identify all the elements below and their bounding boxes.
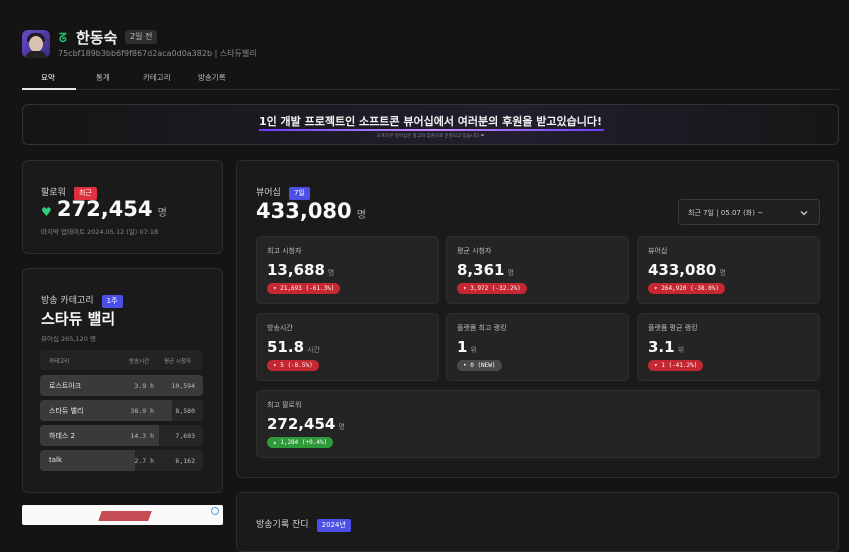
row-category: 하데스 2 — [49, 432, 75, 440]
stat-value: 13,688 — [267, 261, 325, 279]
stat-unit: 시간 — [307, 346, 320, 354]
stat-unit: 명 — [338, 423, 345, 431]
stat-delta: • 0 (NEW) — [457, 360, 502, 371]
ad-info-icon[interactable] — [211, 507, 219, 515]
stat-unit: 명 — [719, 269, 726, 277]
streamer-avatar[interactable] — [22, 30, 50, 58]
stat-delta: ▾ 1 (-41.2%) — [648, 360, 704, 371]
followers-count: 272,454 — [56, 197, 153, 221]
tab-stats[interactable]: 통계 — [96, 72, 110, 83]
row-viewers: 6,162 — [175, 457, 195, 465]
chevron-down-icon — [800, 211, 808, 216]
stat-peak-viewers: 최고 시청자 13,688 명 ▾ 21,693 (-61.3%) — [256, 236, 439, 304]
category-label: 방송 카테고리 — [41, 296, 94, 306]
stat-peak-followers: 최고 팔로워 272,454 명 ▴ 1,284 (+0.4%) — [256, 390, 820, 458]
year-badge: 2024년 — [316, 519, 351, 532]
column-hours: 방송시간 — [129, 359, 150, 365]
stat-label: 방송시간 — [267, 324, 293, 332]
row-category: 로스트아크 — [49, 382, 82, 390]
row-hours: 3.9 h — [134, 382, 154, 390]
tab-category[interactable]: 카테고리 — [143, 72, 171, 83]
streamer-name: 한동숙 — [76, 29, 118, 47]
stat-unit: 명 — [507, 269, 514, 277]
row-viewers: 7,693 — [175, 432, 195, 440]
column-category: 카테고리 — [49, 359, 70, 365]
week-badge: 1주 — [101, 295, 123, 308]
stat-label: 플랫폼 최고 랭킹 — [457, 324, 507, 332]
followers-card: 팔로워 최근 ♥ 272,454 명 마지막 업데이트 2024.05.12 (… — [22, 160, 223, 254]
stat-label: 최고 시청자 — [267, 247, 302, 255]
heart-icon: ♥ — [41, 205, 52, 219]
tab-broadcast-history[interactable]: 방송기록 — [198, 72, 226, 83]
current-category: 스타듀 밸리 — [41, 310, 116, 328]
table-row[interactable]: 로스트아크 3.9 h 10,594 — [40, 375, 203, 396]
stat-value: 272,454 — [267, 415, 336, 433]
stat-avg-viewers: 평균 시청자 8,361 명 ▾ 3,972 (-32.2%) — [446, 236, 629, 304]
row-hours: 14.3 h — [130, 432, 154, 440]
table-row[interactable]: 하데스 2 14.3 h 7,693 — [40, 425, 203, 446]
stat-delta: ▾ 5 (-8.5%) — [267, 360, 319, 371]
stat-label: 플랫폼 평균 랭킹 — [648, 324, 698, 332]
row-hours: 38.9 h — [130, 407, 154, 415]
row-category: 스타듀 밸리 — [49, 407, 84, 415]
advertisement[interactable] — [22, 505, 223, 525]
broadcast-history-card: 방송기록 잔디 2024년 — [236, 492, 839, 552]
banner-title: 1인 개발 프로젝트인 소프트콘 뷰어십에서 여러분의 후원을 받고있습니다! — [258, 115, 603, 128]
followers-unit: 명 — [157, 208, 167, 219]
stat-value: 8,361 — [457, 261, 505, 279]
category-viewership: 뷰어십 265,120 명 — [41, 335, 96, 343]
date-range-value: 최근 7일 | 05.07 (화) ~ — [688, 209, 764, 217]
row-viewers: 10,594 — [171, 382, 195, 390]
date-range-select[interactable]: 최근 7일 | 05.07 (화) ~ — [678, 199, 820, 225]
row-viewers: 8,580 — [175, 407, 195, 415]
stat-value: 1 — [457, 338, 468, 356]
stat-label: 평균 시청자 — [457, 247, 492, 255]
channel-info: 75cbf189b3bb6f9f867d2aca0d0a382b | 스타듀밸리 — [58, 49, 257, 58]
stat-unit: 위 — [677, 346, 685, 354]
support-banner[interactable]: 1인 개발 프로젝트인 소프트콘 뷰어십에서 여러분의 후원을 받고있습니다! … — [22, 104, 839, 145]
active-tab-indicator — [22, 88, 76, 90]
banner-underline — [259, 129, 604, 131]
viewership-total: 433,080 — [256, 199, 352, 223]
stat-avg-rank: 플랫폼 평균 랭킹 3.1 위 ▾ 1 (-41.2%) — [637, 313, 820, 381]
banner-subtitle: 소프트콘 뷰어십은 광고와 후원으로 운영되고 있습니다 ❤ — [376, 134, 485, 139]
chzzk-icon: ᘔ — [59, 31, 67, 45]
row-category: talk — [49, 456, 63, 464]
stat-delta: ▾ 264,920 (-38.0%) — [648, 283, 726, 294]
history-label: 방송기록 잔디 — [256, 520, 309, 530]
stat-label: 최고 팔로워 — [267, 401, 302, 409]
viewership-unit: 명 — [356, 210, 366, 221]
stat-unit: 명 — [327, 269, 335, 277]
row-hours: 2.7 h — [134, 457, 154, 465]
stat-value: 51.8 — [267, 338, 305, 356]
table-header: 카테고리 방송시간 평균 시청자 — [40, 350, 203, 370]
stat-unit: 위 — [470, 346, 477, 354]
table-row[interactable]: 스타듀 밸리 38.9 h 8,580 — [40, 400, 203, 421]
column-avg-viewers: 평균 시청자 — [164, 359, 192, 365]
tab-summary[interactable]: 요약 — [41, 72, 55, 83]
stat-value: 433,080 — [648, 261, 717, 279]
viewership-label: 뷰어십 — [256, 188, 281, 198]
table-row[interactable]: talk 2.7 h 6,162 — [40, 450, 203, 471]
stat-viewership: 뷰어십 433,080 명 ▾ 264,920 (-38.0%) — [637, 236, 820, 304]
stat-delta: ▴ 1,284 (+0.4%) — [267, 437, 334, 448]
stat-broadcast-hours: 방송시간 51.8 시간 ▾ 5 (-8.5%) — [256, 313, 439, 381]
stat-value: 3.1 — [648, 338, 675, 356]
stat-delta: ▾ 3,972 (-32.2%) — [457, 283, 527, 294]
time-badge: 2일 전 — [125, 30, 158, 44]
stat-label: 뷰어십 — [648, 247, 668, 255]
tab-bar: 요약 통계 카테고리 방송기록 — [22, 66, 839, 90]
stat-delta: ▾ 21,693 (-61.3%) — [267, 283, 341, 294]
last-updated: 마지막 업데이트 2024.05.12 (일) 07:18 — [41, 228, 159, 236]
stat-peak-rank: 플랫폼 최고 랭킹 1위 • 0 (NEW) — [446, 313, 629, 381]
